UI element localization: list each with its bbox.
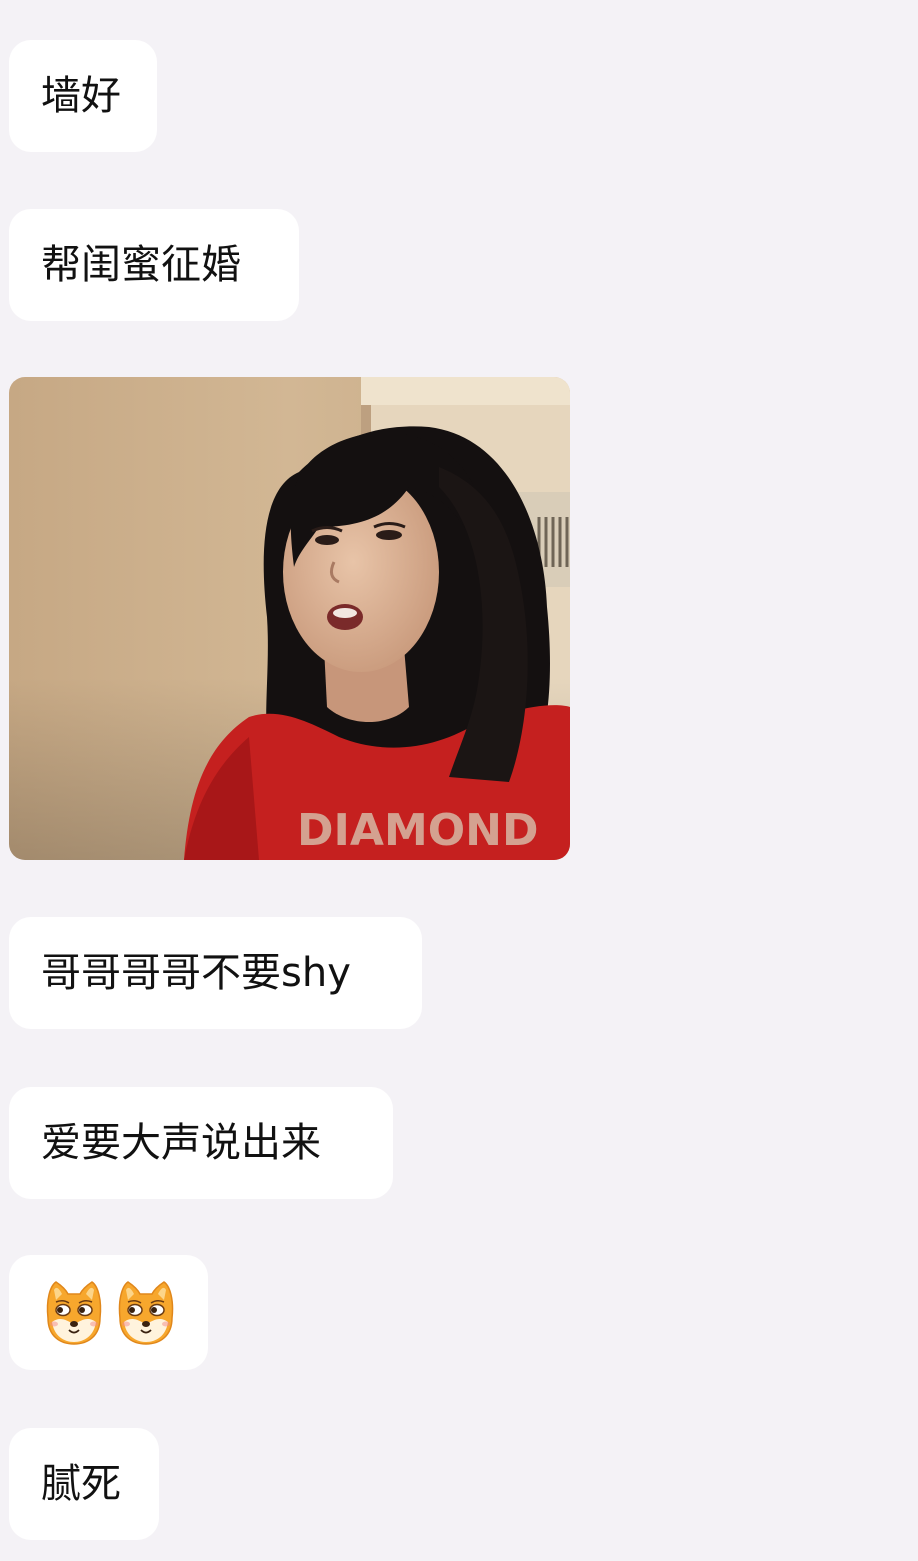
shirt-text: DIAMOND: [297, 805, 538, 856]
message-bubble[interactable]: 爱要大声说出来: [9, 1087, 393, 1199]
photo-girl-red-shirt: DIAMOND: [9, 377, 570, 860]
message-text: 爱要大声说出来: [41, 1120, 321, 1166]
message-bubble[interactable]: 哥哥哥哥不要shy: [9, 917, 422, 1029]
shiba-dog-emoji-icon: [118, 1280, 174, 1345]
message-image[interactable]: DIAMOND: [9, 377, 570, 860]
shiba-dog-emoji-icon: [46, 1280, 102, 1345]
message-text: 腻死: [41, 1461, 121, 1507]
message-text: 墙好: [41, 73, 121, 119]
message-text: 哥哥哥哥不要shy: [41, 950, 351, 996]
message-text: 帮闺蜜征婚: [41, 242, 241, 288]
message-bubble[interactable]: 墙好: [9, 40, 157, 152]
message-bubble[interactable]: 帮闺蜜征婚: [9, 209, 299, 321]
message-bubble[interactable]: [9, 1255, 208, 1370]
message-bubble[interactable]: 腻死: [9, 1428, 159, 1540]
